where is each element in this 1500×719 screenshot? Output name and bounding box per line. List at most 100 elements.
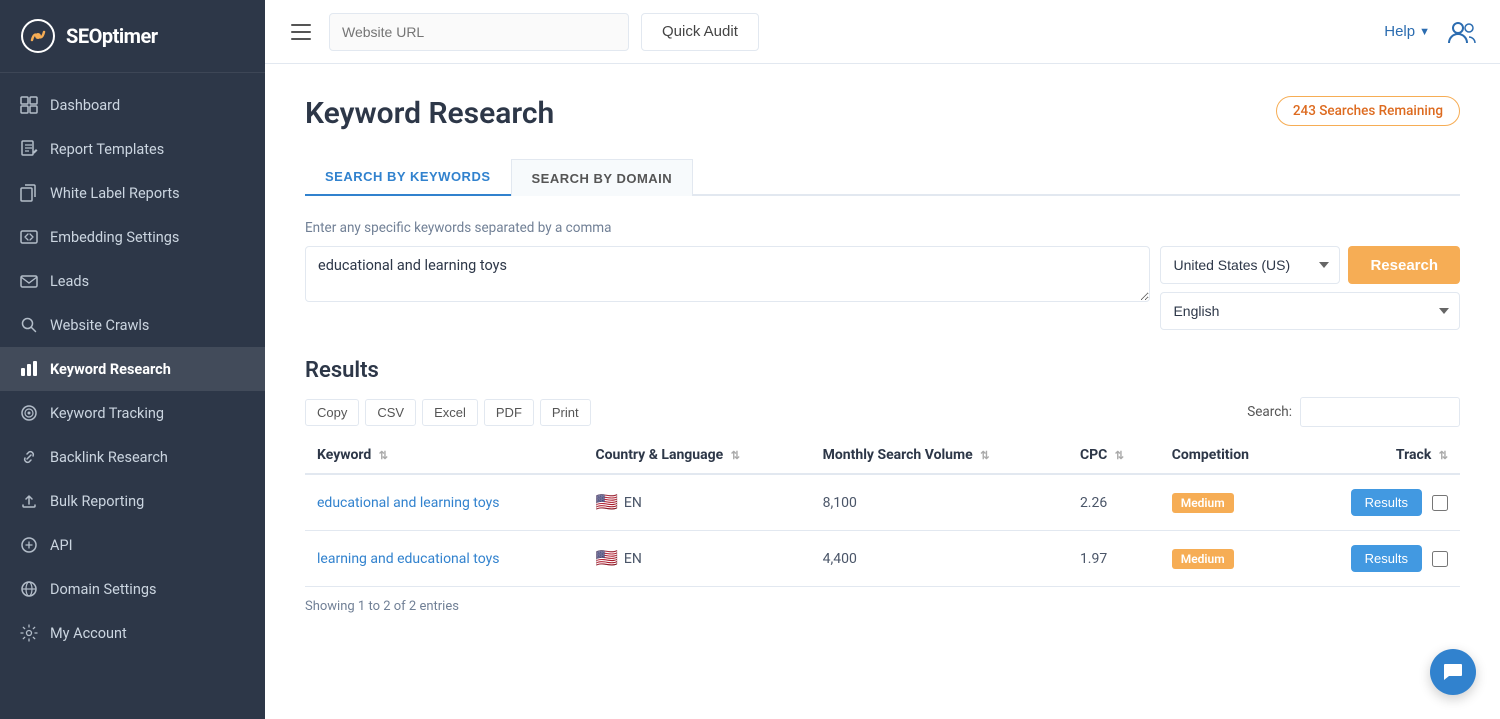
link-icon <box>20 448 38 466</box>
search-hint: Enter any specific keywords separated by… <box>305 220 1460 236</box>
search-label: Search: <box>1247 404 1292 420</box>
sidebar: SEOptimer Dashboard Report Templates White… <box>0 0 265 719</box>
sidebar-item-dashboard[interactable]: Dashboard <box>0 83 265 127</box>
table-search-input[interactable] <box>1300 397 1460 427</box>
col-keyword: Keyword ⇅ <box>305 437 583 474</box>
sidebar-item-website-crawls[interactable]: Website Crawls <box>0 303 265 347</box>
row-0-cpc: 2.26 <box>1068 474 1160 531</box>
grid-icon <box>20 96 38 114</box>
table-actions: CopyCSVExcelPDFPrint Search: <box>305 397 1460 427</box>
sidebar-item-white-label-reports[interactable]: White Label Reports <box>0 171 265 215</box>
topbar: Quick Audit Help ▼ <box>265 0 1500 64</box>
help-label: Help <box>1384 23 1415 40</box>
sidebar-nav: Dashboard Report Templates White Label Rep… <box>0 73 265 719</box>
col-country-language: Country & Language ⇅ <box>583 437 810 474</box>
sidebar-label-leads: Leads <box>50 273 89 290</box>
export-copy-button[interactable]: Copy <box>305 399 359 426</box>
export-pdf-button[interactable]: PDF <box>484 399 534 426</box>
help-button[interactable]: Help ▼ <box>1384 23 1430 40</box>
upload-icon <box>20 492 38 510</box>
globe-icon <box>20 580 38 598</box>
row-0-competition: Medium <box>1160 474 1297 531</box>
table-row: learning and educational toys 🇺🇸EN4,4001.… <box>305 531 1460 587</box>
logo-area: SEOptimer <box>0 0 265 73</box>
search-tabs: SEARCH BY KEYWORDS SEARCH BY DOMAIN <box>305 159 1460 196</box>
sidebar-label-keyword-tracking: Keyword Tracking <box>50 405 164 422</box>
website-url-input[interactable] <box>329 13 629 51</box>
country-select[interactable]: United States (US)United Kingdom (UK)Can… <box>1160 246 1340 284</box>
export-csv-button[interactable]: CSV <box>365 399 416 426</box>
table-search-area: Search: <box>1247 397 1460 427</box>
logo-text: SEOptimer <box>66 24 158 48</box>
sidebar-label-website-crawls: Website Crawls <box>50 317 149 334</box>
research-button[interactable]: Research <box>1348 246 1460 284</box>
api-icon <box>20 536 38 554</box>
chat-bubble-button[interactable] <box>1430 649 1476 695</box>
row-0-lang: EN <box>624 495 642 511</box>
keyword-sort-icon: ⇅ <box>379 449 388 462</box>
sidebar-item-keyword-research[interactable]: Keyword Research <box>0 347 265 391</box>
file-copy-icon <box>20 184 38 202</box>
keyword-input[interactable] <box>305 246 1150 302</box>
row-1-results-button[interactable]: Results <box>1351 545 1422 572</box>
row-1-monthly-search-volume: 4,400 <box>811 531 1068 587</box>
sidebar-item-bulk-reporting[interactable]: Bulk Reporting <box>0 479 265 523</box>
row-0-track: Results <box>1296 474 1460 531</box>
row-1-cpc: 1.97 <box>1068 531 1160 587</box>
row-0-keyword-link[interactable]: educational and learning toys <box>317 495 499 511</box>
export-print-button[interactable]: Print <box>540 399 591 426</box>
row-0-results-button[interactable]: Results <box>1351 489 1422 516</box>
bar-chart-icon <box>20 360 38 378</box>
sidebar-label-backlink-research: Backlink Research <box>50 449 168 466</box>
sidebar-item-keyword-tracking[interactable]: Keyword Tracking <box>0 391 265 435</box>
row-1-keyword-link[interactable]: learning and educational toys <box>317 551 499 567</box>
topbar-right: Help ▼ <box>1384 14 1480 50</box>
row-1-competition-badge: Medium <box>1172 549 1234 569</box>
main-area: Quick Audit Help ▼ Keyword Research 243 … <box>265 0 1500 719</box>
embed-icon <box>20 228 38 246</box>
searches-remaining-badge: 243 Searches Remaining <box>1276 96 1460 126</box>
results-table: Keyword ⇅ Country & Language ⇅ Monthly S… <box>305 437 1460 587</box>
gear-icon <box>20 624 38 642</box>
search-controls: United States (US)United Kingdom (UK)Can… <box>1160 246 1460 330</box>
table-header: Keyword ⇅ Country & Language ⇅ Monthly S… <box>305 437 1460 474</box>
language-select[interactable]: EnglishSpanishFrenchGerman <box>1160 292 1460 330</box>
hamburger-button[interactable] <box>285 18 317 46</box>
row-0-competition-badge: Medium <box>1172 493 1234 513</box>
sidebar-label-report-templates: Report Templates <box>50 141 164 158</box>
table-row: educational and learning toys🇺🇸EN8,1002.… <box>305 474 1460 531</box>
header-row: Keyword ⇅ Country & Language ⇅ Monthly S… <box>305 437 1460 474</box>
row-1-track: Results <box>1296 531 1460 587</box>
page-header: Keyword Research 243 Searches Remaining <box>305 96 1460 131</box>
search-row: United States (US)United Kingdom (UK)Can… <box>305 246 1460 330</box>
sidebar-item-leads[interactable]: Leads <box>0 259 265 303</box>
quick-audit-button[interactable]: Quick Audit <box>641 13 759 51</box>
sidebar-label-api: API <box>50 537 73 554</box>
col-monthly-search-volume: Monthly Search Volume ⇅ <box>811 437 1068 474</box>
row-1-track-checkbox[interactable] <box>1432 551 1448 567</box>
sidebar-item-api[interactable]: API <box>0 523 265 567</box>
file-edit-icon <box>20 140 38 158</box>
col-track: Track ⇅ <box>1296 437 1460 474</box>
sidebar-item-embedding-settings[interactable]: Embedding Settings <box>0 215 265 259</box>
sidebar-label-white-label-reports: White Label Reports <box>50 185 180 202</box>
cpc-sort-icon: ⇅ <box>1115 449 1124 462</box>
tab-search-by-domain[interactable]: SEARCH BY DOMAIN <box>511 159 694 196</box>
target-icon <box>20 404 38 422</box>
row-1-lang: EN <box>624 551 642 567</box>
tab-search-by-keywords[interactable]: SEARCH BY KEYWORDS <box>305 159 511 196</box>
export-excel-button[interactable]: Excel <box>422 399 478 426</box>
row-0-track-checkbox[interactable] <box>1432 495 1448 511</box>
table-body: educational and learning toys🇺🇸EN8,1002.… <box>305 474 1460 587</box>
users-icon[interactable] <box>1444 14 1480 50</box>
sidebar-item-backlink-research[interactable]: Backlink Research <box>0 435 265 479</box>
row-1-country-language: 🇺🇸EN <box>583 531 810 587</box>
sidebar-label-bulk-reporting: Bulk Reporting <box>50 493 144 510</box>
col-competition: Competition <box>1160 437 1297 474</box>
search-controls-top: United States (US)United Kingdom (UK)Can… <box>1160 246 1460 284</box>
sidebar-item-domain-settings[interactable]: Domain Settings <box>0 567 265 611</box>
showing-entries-text: Showing 1 to 2 of 2 entries <box>305 599 1460 614</box>
track-sort-icon: ⇅ <box>1439 449 1448 462</box>
sidebar-item-report-templates[interactable]: Report Templates <box>0 127 265 171</box>
sidebar-item-my-account[interactable]: My Account <box>0 611 265 655</box>
